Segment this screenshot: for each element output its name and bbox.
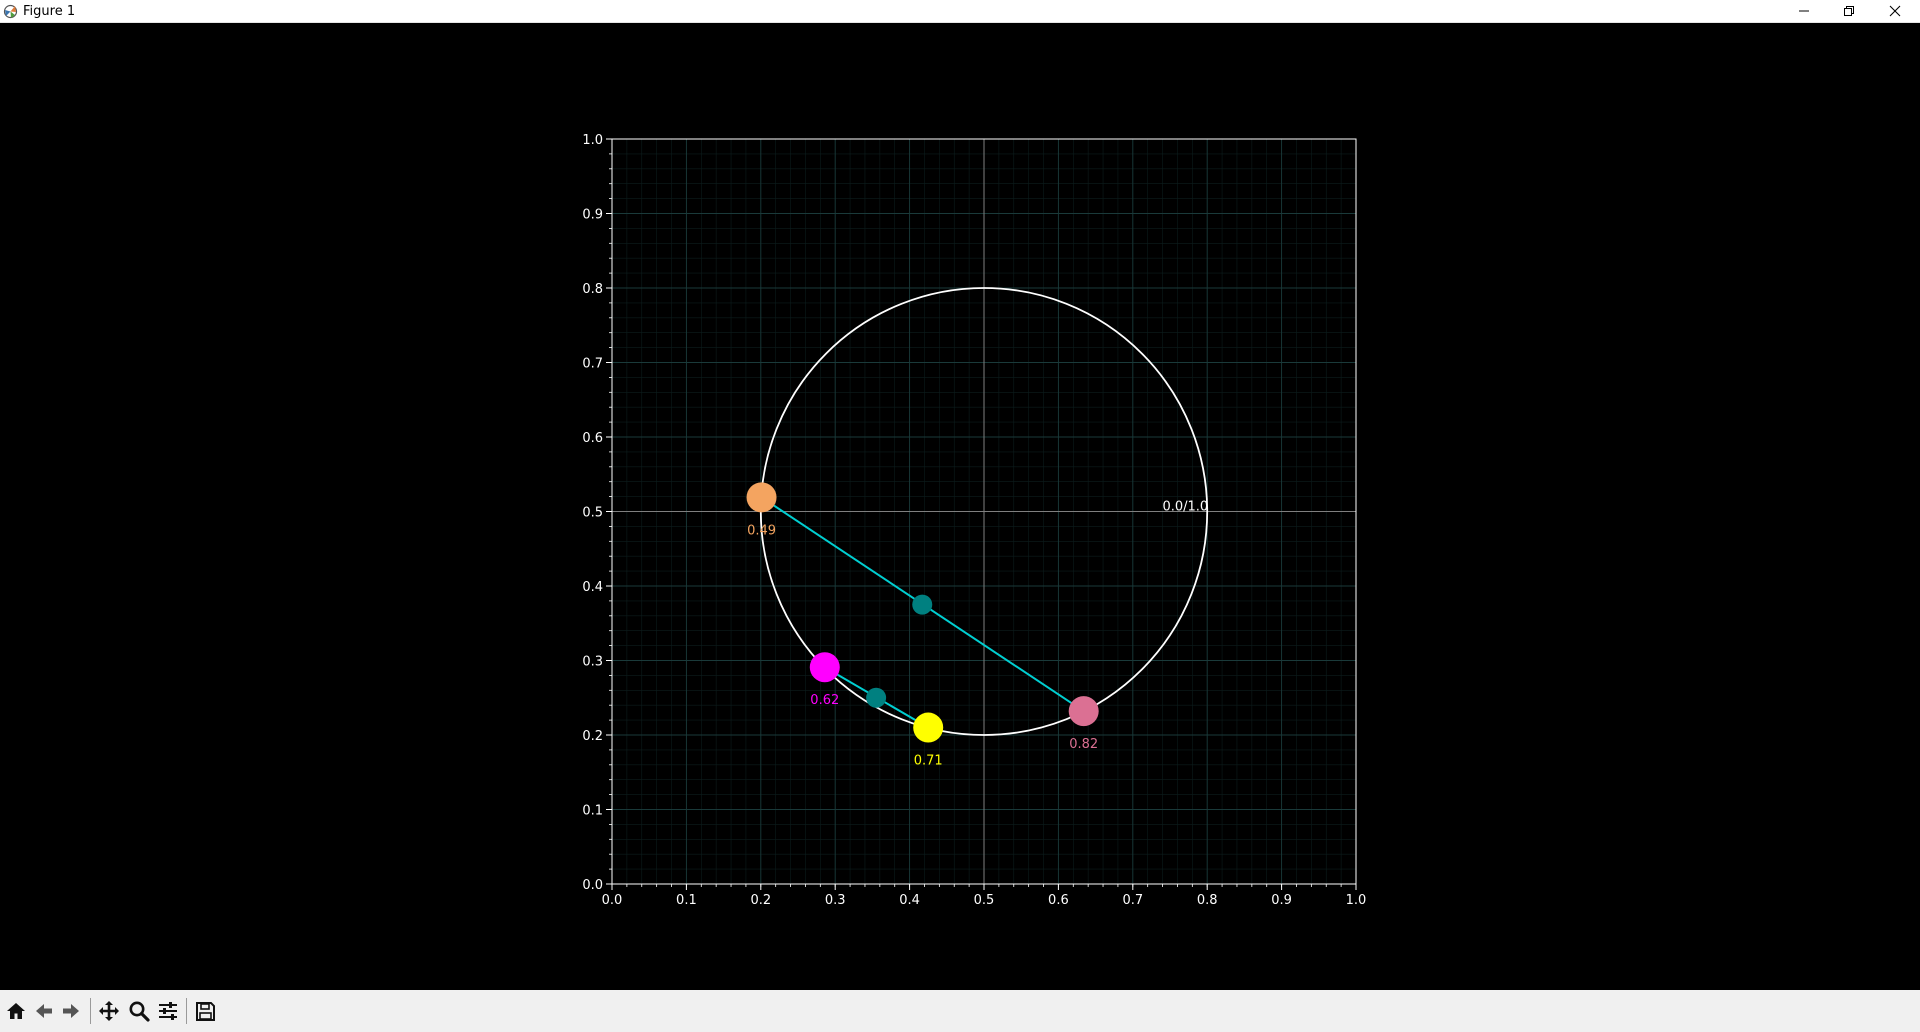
configure-subplots-button[interactable] xyxy=(155,998,181,1024)
x-tick-label: 0.8 xyxy=(1197,893,1218,908)
y-tick-label: 0.8 xyxy=(582,282,603,297)
x-tick-label: 0.9 xyxy=(1271,893,1292,908)
arrow-right-icon xyxy=(63,1004,79,1018)
navigation-toolbar xyxy=(0,990,1920,1032)
minimize-button[interactable] xyxy=(1781,0,1827,22)
home-icon xyxy=(7,1003,25,1019)
x-tick-label: 0.3 xyxy=(825,893,846,908)
point-marker xyxy=(913,712,944,743)
move-icon xyxy=(99,1001,119,1021)
circle-label: 0.0/1.0 xyxy=(1162,500,1208,515)
x-tick-label: 0.1 xyxy=(676,893,697,908)
x-tick-label: 0.5 xyxy=(974,893,995,908)
x-tick-label: 0.4 xyxy=(899,893,920,908)
y-tick-label: 0.6 xyxy=(582,431,603,446)
zoom-button[interactable] xyxy=(126,998,152,1024)
maximize-button[interactable] xyxy=(1826,0,1872,22)
save-button[interactable] xyxy=(192,998,218,1024)
y-tick-label: 0.2 xyxy=(582,729,603,744)
point-marker xyxy=(809,652,840,683)
restore-icon xyxy=(1844,6,1854,16)
close-button[interactable] xyxy=(1872,0,1918,22)
back-button[interactable] xyxy=(31,998,57,1024)
point-label: 0.62 xyxy=(810,693,839,708)
y-tick-label: 0.4 xyxy=(582,580,603,595)
x-tick-label: 0.6 xyxy=(1048,893,1069,908)
title-bar: Figure 1 xyxy=(0,0,1920,23)
magnifier-icon xyxy=(129,1001,150,1022)
matplotlib-icon xyxy=(3,4,18,19)
x-tick-label: 0.7 xyxy=(1122,893,1143,908)
y-tick-label: 1.0 xyxy=(582,133,603,148)
y-tick-label: 0.7 xyxy=(582,357,603,372)
close-icon xyxy=(1889,5,1901,17)
midpoint-marker xyxy=(912,594,933,615)
pan-button[interactable] xyxy=(96,998,122,1024)
point-marker xyxy=(1068,696,1099,727)
point-marker xyxy=(746,482,777,513)
y-tick-label: 0.9 xyxy=(582,208,603,223)
window-title: Figure 1 xyxy=(23,4,76,19)
home-button[interactable] xyxy=(3,998,29,1024)
x-tick-label: 1.0 xyxy=(1346,893,1367,908)
sliders-icon xyxy=(159,1002,177,1020)
plot-area[interactable]: 0.0/1.0 0.49 0.62 0.71 0.82 0.0 0.1 0.2 0.3 0.4 0.… xyxy=(0,23,1920,990)
point-label: 0.71 xyxy=(914,754,943,769)
y-tick-label: 0.0 xyxy=(582,878,603,893)
forward-button[interactable] xyxy=(58,998,84,1024)
midpoint-marker xyxy=(866,687,887,708)
y-tick-label: 0.3 xyxy=(582,655,603,670)
point-label: 0.82 xyxy=(1069,737,1098,752)
minimize-icon xyxy=(1799,10,1809,12)
arrow-left-icon xyxy=(36,1004,52,1018)
x-tick-label: 0.0 xyxy=(602,893,623,908)
y-tick-label: 0.1 xyxy=(582,804,603,819)
toolbar-separator xyxy=(90,998,91,1024)
x-tick-label: 0.2 xyxy=(750,893,771,908)
toolbar-separator xyxy=(186,998,187,1024)
point-label: 0.49 xyxy=(747,523,776,538)
floppy-disk-icon xyxy=(195,1001,215,1021)
figure-canvas[interactable]: 0.0/1.0 0.49 0.62 0.71 0.82 0.0 0.1 0.2 0.3 0.4 0.… xyxy=(0,23,1920,990)
y-tick-label: 0.5 xyxy=(582,506,603,521)
